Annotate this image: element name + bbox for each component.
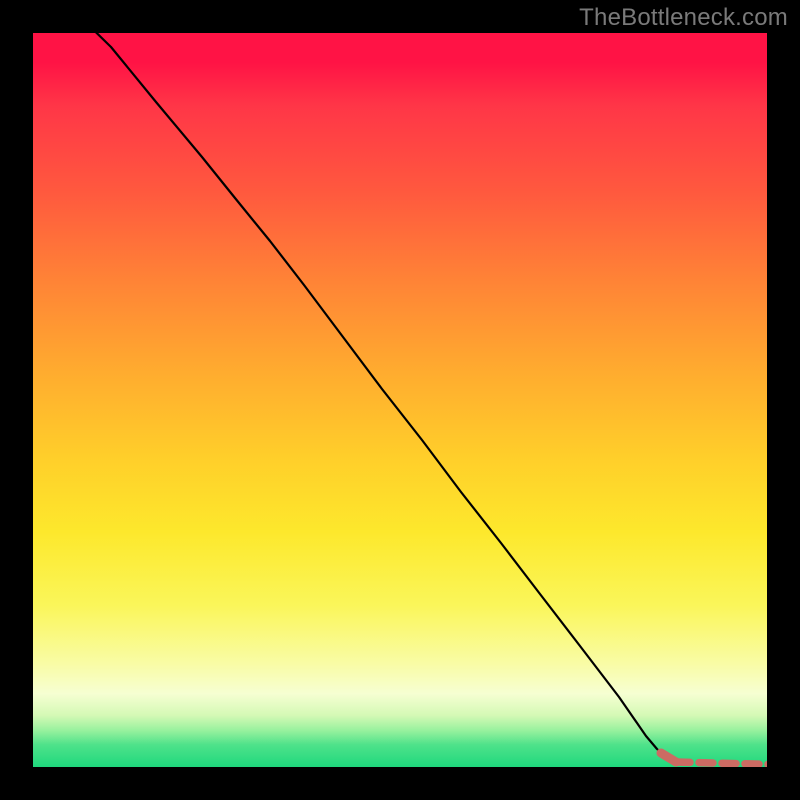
chart-frame: TheBottleneck.com [0, 0, 800, 800]
chart-gradient-background [33, 33, 767, 767]
watermark-text: TheBottleneck.com [579, 4, 788, 32]
